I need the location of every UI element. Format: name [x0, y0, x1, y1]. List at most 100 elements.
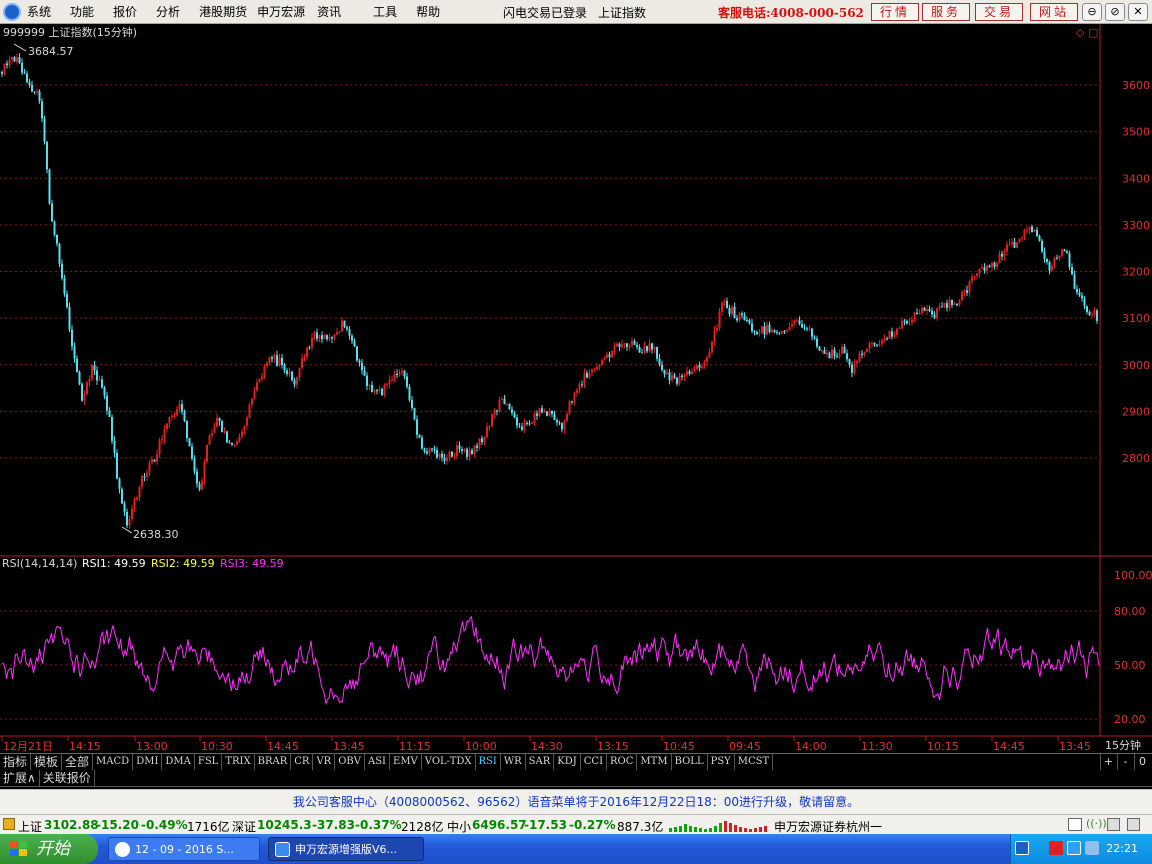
sz-price[interactable]: 10245.3	[257, 818, 312, 832]
tab-dma[interactable]: DMA	[162, 754, 195, 770]
website-button[interactable]: 网站	[1030, 3, 1078, 21]
task-swhy-app[interactable]: 申万宏源增强版V6...	[268, 837, 424, 861]
candle-body	[378, 389, 381, 391]
lock-icon[interactable]	[3, 818, 15, 830]
menu-help[interactable]: 帮助	[416, 3, 440, 20]
candle-body	[423, 448, 426, 452]
minimize-button[interactable]: ⊘	[1105, 3, 1125, 21]
tab-cr[interactable]: CR	[291, 754, 314, 770]
tab-指标[interactable]: 指标	[0, 754, 32, 770]
candle-body	[921, 307, 923, 313]
tray-volume-icon[interactable]	[1085, 841, 1099, 855]
broker-name: 申万宏源证券杭州一	[774, 820, 883, 834]
zoom-out-button[interactable]: -	[1117, 754, 1133, 770]
tab-rsi[interactable]: RSI	[476, 754, 501, 770]
tab-roc[interactable]: ROC	[607, 754, 638, 770]
tab-asi[interactable]: ASI	[365, 754, 391, 770]
tab-mtm[interactable]: MTM	[637, 754, 672, 770]
candle-body	[206, 444, 208, 462]
candle-body	[383, 384, 386, 396]
help-circle-icon[interactable]: ⊖	[1082, 3, 1102, 21]
candle-body	[11, 56, 13, 61]
tab-vol-tdx[interactable]: VOL-TDX	[422, 754, 476, 770]
candle-body	[31, 84, 33, 92]
tray-app-icon[interactable]	[1067, 841, 1081, 855]
sh-price[interactable]: 3102.88	[44, 818, 99, 832]
tab-kdj[interactable]: KDJ	[554, 754, 581, 770]
period-label[interactable]: 15分钟	[1105, 738, 1141, 752]
menu-news[interactable]: 资讯	[317, 3, 341, 20]
market-button[interactable]: 行情	[871, 3, 919, 21]
candle-body	[421, 437, 423, 449]
chart-area[interactable]: 2800 2900 3000 3100 3200 3300 3400 3500 3600 999…	[0, 24, 1152, 753]
breadth-bar	[754, 828, 757, 832]
candle-body	[1006, 244, 1008, 252]
zoom-in-button[interactable]: +	[1100, 754, 1116, 770]
tray-antivirus-icon[interactable]	[1049, 841, 1063, 855]
breadth-bar	[764, 826, 767, 832]
menu-function[interactable]: 功能	[70, 3, 94, 20]
candle-body	[628, 345, 631, 347]
lock-status-icon[interactable]	[1127, 818, 1140, 831]
candle-body	[238, 436, 241, 442]
close-button[interactable]: ✕	[1128, 3, 1148, 21]
candle-body	[151, 459, 153, 463]
candle-body	[403, 370, 406, 377]
candle-body	[593, 369, 596, 371]
tab-模板[interactable]: 模板	[31, 754, 63, 770]
tab-expand[interactable]: 扩展∧	[0, 770, 40, 786]
candle-body	[438, 453, 441, 458]
candle-body	[701, 365, 703, 368]
tab-mcst[interactable]: MCST	[735, 754, 774, 770]
tab-psy[interactable]: PSY	[708, 754, 735, 770]
candle-body	[846, 353, 848, 360]
candle-body	[138, 486, 141, 498]
candle-body	[273, 355, 276, 359]
tab-brar[interactable]: BRAR	[255, 754, 292, 770]
tab-macd[interactable]: MACD	[93, 754, 134, 770]
tray-network-icon[interactable]	[1015, 841, 1029, 855]
task-browser[interactable]: 12 - 09 - 2016 S...	[108, 837, 260, 861]
candle-body	[1091, 314, 1093, 316]
tab-obv[interactable]: OBV	[335, 754, 365, 770]
candle-body	[631, 341, 633, 346]
candle-body	[581, 384, 583, 386]
start-button[interactable]: 开始	[0, 834, 98, 864]
menu-tools[interactable]: 工具	[373, 3, 397, 20]
candle-body	[956, 303, 958, 306]
trade-button[interactable]: 交易	[975, 3, 1023, 21]
candle-body	[108, 410, 111, 417]
zx-price[interactable]: 6496.57	[472, 818, 527, 832]
service-button[interactable]: 服务	[922, 3, 970, 21]
tab-dmi[interactable]: DMI	[133, 754, 163, 770]
tab-vr[interactable]: VR	[313, 754, 336, 770]
message-icon[interactable]	[1068, 818, 1082, 831]
taskbar-clock[interactable]: 22:21	[1106, 842, 1138, 855]
settings-icon[interactable]	[1107, 818, 1120, 831]
price-tick-labels: 2800 2900 3000 3100 3200 3300 3400 3500 3600	[1122, 79, 1150, 465]
candle-body	[311, 337, 313, 348]
candle-body	[216, 417, 218, 427]
tab-trix[interactable]: TRIX	[222, 754, 255, 770]
tab-boll[interactable]: BOLL	[672, 754, 708, 770]
tab-related-quotes[interactable]: 关联报价	[40, 770, 95, 786]
chart-options-icon[interactable]: ◇ ▢	[1076, 26, 1098, 39]
tab-sar[interactable]: SAR	[526, 754, 555, 770]
menu-swhy[interactable]: 申万宏源	[257, 3, 305, 20]
candle-body	[881, 340, 883, 344]
reset-button[interactable]: 0	[1134, 754, 1150, 770]
menu-system[interactable]: 系统	[27, 3, 51, 20]
tab-cci[interactable]: CCI	[581, 754, 608, 770]
tab-全部[interactable]: 全部	[62, 754, 94, 770]
tab-wr[interactable]: WR	[501, 754, 526, 770]
menu-analysis[interactable]: 分析	[156, 3, 180, 20]
menu-hk-futures[interactable]: 港股期货	[199, 3, 247, 20]
tab-fsl[interactable]: FSL	[195, 754, 223, 770]
candle-body	[471, 450, 473, 455]
candle-body	[488, 426, 491, 428]
menu-quote[interactable]: 报价	[113, 3, 137, 20]
tab-emv[interactable]: EMV	[390, 754, 422, 770]
breadth-bar	[729, 823, 732, 832]
candle-body	[248, 404, 251, 418]
price-tick-label: 3200	[1122, 266, 1150, 279]
